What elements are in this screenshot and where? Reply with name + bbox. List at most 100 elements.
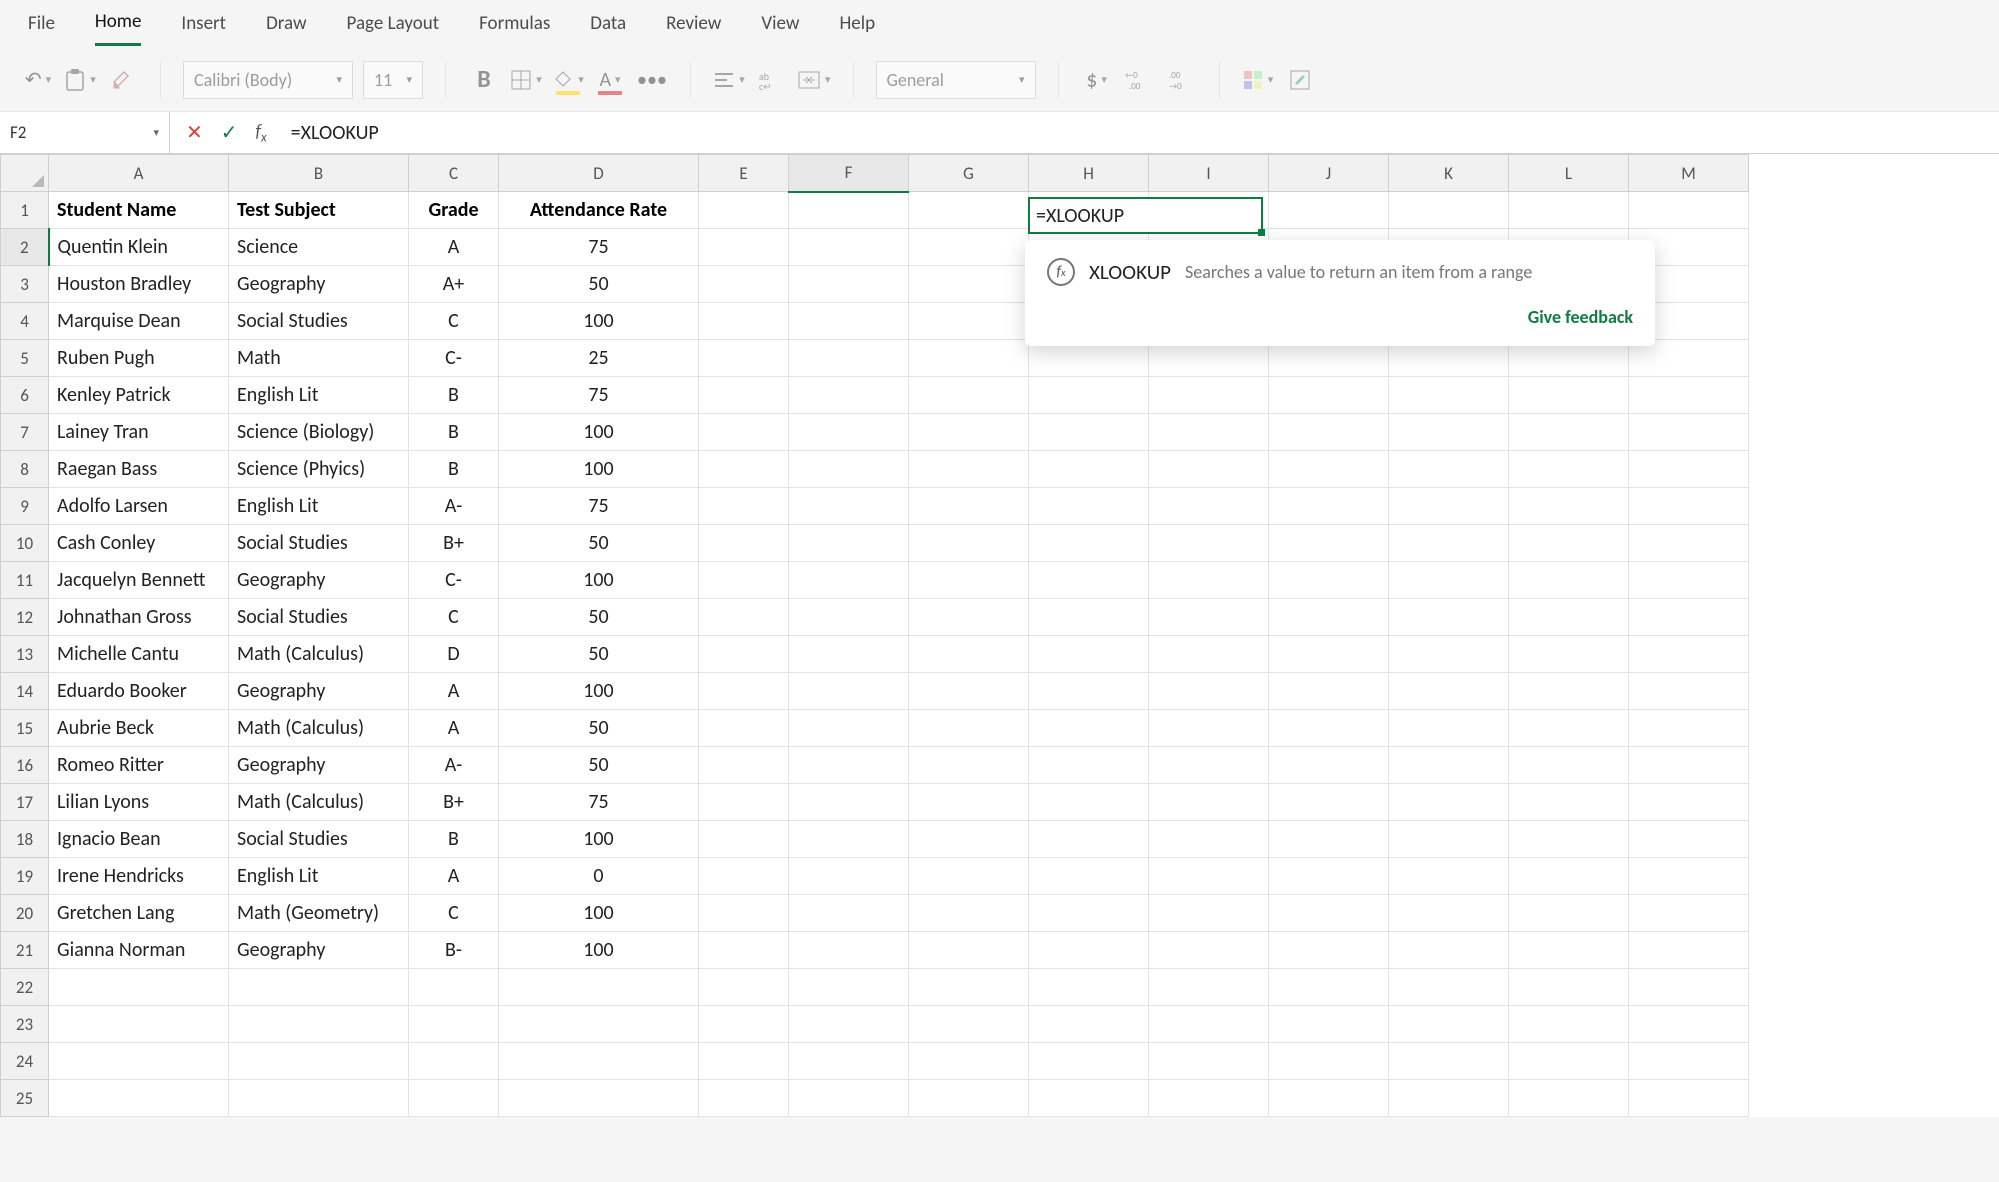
cell-G5[interactable] (909, 340, 1029, 377)
paste-button[interactable] (64, 61, 96, 99)
cell-K15[interactable] (1389, 710, 1509, 747)
cell-F11[interactable] (789, 562, 909, 599)
cell-L10[interactable] (1509, 525, 1629, 562)
bold-button[interactable]: B (468, 61, 500, 99)
cell-F7[interactable] (789, 414, 909, 451)
format-painter-button[interactable] (106, 61, 138, 99)
cell-I24[interactable] (1149, 1043, 1269, 1080)
cell-J7[interactable] (1269, 414, 1389, 451)
cell-L9[interactable] (1509, 488, 1629, 525)
cell-C11[interactable]: C- (409, 562, 499, 599)
cell-M22[interactable] (1629, 969, 1749, 1006)
cell-A11[interactable]: Jacquelyn Bennett (49, 562, 229, 599)
cell-B11[interactable]: Geography (229, 562, 409, 599)
cell-D22[interactable] (499, 969, 699, 1006)
cell-C12[interactable]: C (409, 599, 499, 636)
cell-D8[interactable]: 100 (499, 451, 699, 488)
cell-K1[interactable] (1389, 192, 1509, 229)
cell-B13[interactable]: Math (Calculus) (229, 636, 409, 673)
cell-H9[interactable] (1029, 488, 1149, 525)
col-header-F[interactable]: F (789, 155, 909, 192)
cell-J25[interactable] (1269, 1080, 1389, 1117)
cell-D9[interactable]: 75 (499, 488, 699, 525)
cell-J17[interactable] (1269, 784, 1389, 821)
cell-F21[interactable] (789, 932, 909, 969)
cell-A15[interactable]: Aubrie Beck (49, 710, 229, 747)
cell-M11[interactable] (1629, 562, 1749, 599)
tab-data[interactable]: Data (590, 12, 626, 45)
col-header-H[interactable]: H (1029, 155, 1149, 192)
cell-M17[interactable] (1629, 784, 1749, 821)
cell-A23[interactable] (49, 1006, 229, 1043)
cell-I11[interactable] (1149, 562, 1269, 599)
cell-C1[interactable]: Grade (409, 192, 499, 229)
cell-A18[interactable]: Ignacio Bean (49, 821, 229, 858)
cell-J24[interactable] (1269, 1043, 1389, 1080)
cell-G4[interactable] (909, 303, 1029, 340)
cell-C5[interactable]: C- (409, 340, 499, 377)
cell-H24[interactable] (1029, 1043, 1149, 1080)
cell-F19[interactable] (789, 858, 909, 895)
cell-L7[interactable] (1509, 414, 1629, 451)
row-header-12[interactable]: 12 (1, 599, 49, 636)
cell-A7[interactable]: Lainey Tran (49, 414, 229, 451)
cell-F3[interactable] (789, 266, 909, 303)
cell-G8[interactable] (909, 451, 1029, 488)
cell-B5[interactable]: Math (229, 340, 409, 377)
cell-C22[interactable] (409, 969, 499, 1006)
cell-B21[interactable]: Geography (229, 932, 409, 969)
cell-C23[interactable] (409, 1006, 499, 1043)
borders-button[interactable] (510, 61, 542, 99)
tab-draw[interactable]: Draw (266, 12, 306, 45)
currency-button[interactable]: $ (1081, 61, 1113, 99)
cell-G17[interactable] (909, 784, 1029, 821)
row-header-18[interactable]: 18 (1, 821, 49, 858)
cell-M14[interactable] (1629, 673, 1749, 710)
tab-review[interactable]: Review (666, 12, 721, 45)
row-header-2[interactable]: 2 (1, 229, 49, 266)
font-size-select[interactable]: 11▾ (363, 61, 423, 99)
cell-D5[interactable]: 25 (499, 340, 699, 377)
cell-C13[interactable]: D (409, 636, 499, 673)
cell-H21[interactable] (1029, 932, 1149, 969)
cell-D7[interactable]: 100 (499, 414, 699, 451)
cell-M23[interactable] (1629, 1006, 1749, 1043)
cell-C6[interactable]: B (409, 377, 499, 414)
cell-L12[interactable] (1509, 599, 1629, 636)
fill-color-button[interactable] (552, 61, 584, 99)
cell-L24[interactable] (1509, 1043, 1629, 1080)
cell-A5[interactable]: Ruben Pugh (49, 340, 229, 377)
cell-C2[interactable]: A (409, 229, 499, 266)
cell-C14[interactable]: A (409, 673, 499, 710)
cell-G13[interactable] (909, 636, 1029, 673)
give-feedback-link[interactable]: Give feedback (1047, 306, 1633, 328)
col-header-K[interactable]: K (1389, 155, 1509, 192)
cell-E3[interactable] (699, 266, 789, 303)
cell-K10[interactable] (1389, 525, 1509, 562)
cell-M9[interactable] (1629, 488, 1749, 525)
row-header-13[interactable]: 13 (1, 636, 49, 673)
col-header-M[interactable]: M (1629, 155, 1749, 192)
row-header-24[interactable]: 24 (1, 1043, 49, 1080)
col-header-B[interactable]: B (229, 155, 409, 192)
cell-A8[interactable]: Raegan Bass (49, 451, 229, 488)
cell-L11[interactable] (1509, 562, 1629, 599)
cell-D14[interactable]: 100 (499, 673, 699, 710)
cell-K21[interactable] (1389, 932, 1509, 969)
cell-D21[interactable]: 100 (499, 932, 699, 969)
accept-button[interactable]: ✓ (221, 120, 238, 145)
cell-H12[interactable] (1029, 599, 1149, 636)
cell-D15[interactable]: 50 (499, 710, 699, 747)
row-header-21[interactable]: 21 (1, 932, 49, 969)
cell-F16[interactable] (789, 747, 909, 784)
cell-G21[interactable] (909, 932, 1029, 969)
cell-C3[interactable]: A+ (409, 266, 499, 303)
cell-I18[interactable] (1149, 821, 1269, 858)
cell-E4[interactable] (699, 303, 789, 340)
cell-A12[interactable]: Johnathan Gross (49, 599, 229, 636)
cell-F22[interactable] (789, 969, 909, 1006)
cell-G6[interactable] (909, 377, 1029, 414)
cell-F6[interactable] (789, 377, 909, 414)
cell-J23[interactable] (1269, 1006, 1389, 1043)
cell-I12[interactable] (1149, 599, 1269, 636)
